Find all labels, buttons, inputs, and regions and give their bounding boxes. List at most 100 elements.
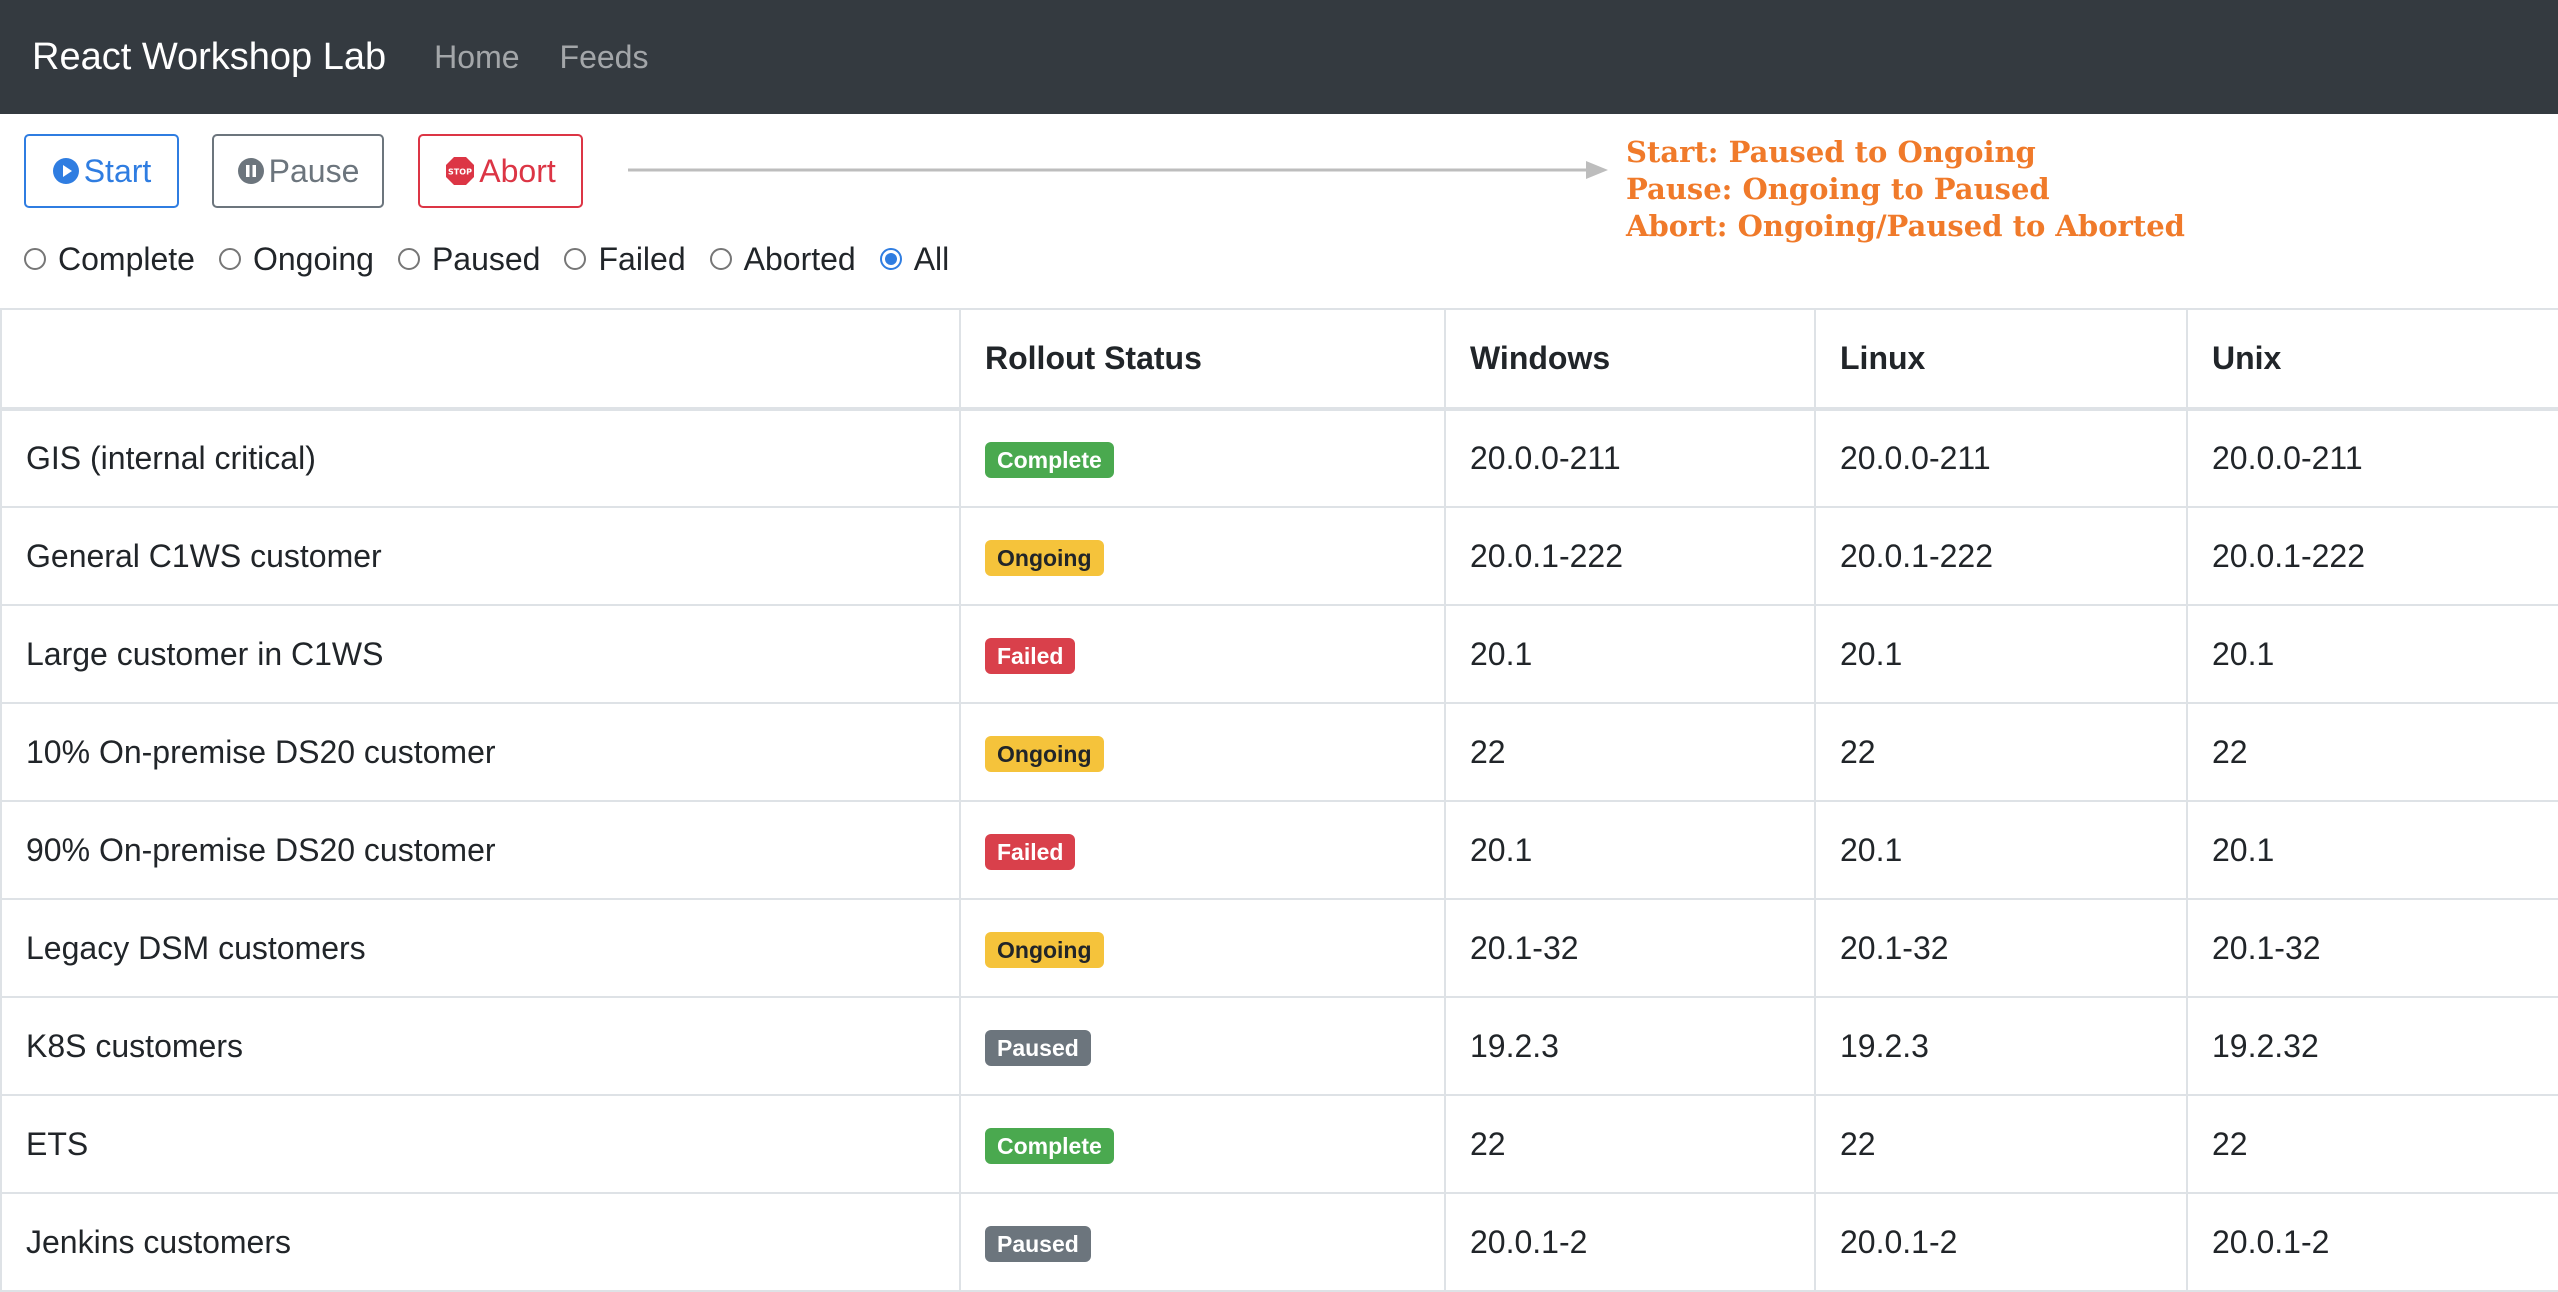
- pause-button[interactable]: Pause: [212, 134, 384, 208]
- table-row: ETS Complete 22 22 22: [0, 1094, 2558, 1194]
- cell-unix: 22: [2186, 702, 2558, 802]
- table-row: General C1WS customer Ongoing 20.0.1-222 20…: [0, 506, 2558, 606]
- status-filter-group: Complete Ongoing Paused Failed Aborted A…: [24, 240, 973, 278]
- stop-sign-text: STOP: [448, 168, 472, 177]
- cell-name: GIS (internal critical): [0, 408, 961, 508]
- cell-status: Ongoing: [959, 506, 1446, 606]
- table-row: GIS (internal critical) Complete 20.0.0-21…: [0, 408, 2558, 508]
- table-row: Large customer in C1WS Failed 20.1 20.1 20.1: [0, 604, 2558, 704]
- transition-notes: Start: Paused to Ongoing Pause: Ongoing …: [1626, 134, 2185, 245]
- start-button-label: Start: [83, 152, 152, 189]
- abort-button[interactable]: STOP Abort: [418, 134, 583, 208]
- table-row: 90% On-premise DS20 customer Failed 20.1 20…: [0, 800, 2558, 900]
- cell-linux: 22: [1814, 702, 2188, 802]
- status-badge: Failed: [985, 833, 1076, 870]
- cell-status: Ongoing: [959, 898, 1446, 998]
- cell-windows: 20.1: [1444, 800, 1816, 900]
- filter-complete[interactable]: Complete: [24, 241, 195, 278]
- cell-windows: 20.0.1-222: [1444, 506, 1816, 606]
- status-badge: Ongoing: [985, 931, 1104, 968]
- header-windows: Windows: [1444, 308, 1816, 411]
- table-row: Legacy DSM customers Ongoing 20.1-32 20.1-3…: [0, 898, 2558, 998]
- cell-status: Complete: [959, 408, 1446, 508]
- table-body: GIS (internal critical) Complete 20.0.0-21…: [0, 408, 2558, 1292]
- cell-windows: 19.2.3: [1444, 996, 1816, 1096]
- status-badge: Complete: [985, 1127, 1114, 1164]
- pause-button-label: Pause: [268, 152, 360, 189]
- cell-name: Large customer in C1WS: [0, 604, 961, 704]
- cell-windows: 20.0.0-211: [1444, 408, 1816, 508]
- cell-windows: 20.1: [1444, 604, 1816, 704]
- cell-name: General C1WS customer: [0, 506, 961, 606]
- filter-failed[interactable]: Failed: [564, 240, 686, 278]
- cell-status: Complete: [959, 1094, 1446, 1194]
- navbar: React Workshop Lab Home Feeds: [0, 0, 2558, 114]
- cell-status: Failed: [959, 604, 1446, 704]
- cell-windows: 22: [1444, 1094, 1816, 1194]
- cell-unix: 20.1: [2186, 800, 2558, 900]
- note-start: Start: Paused to Ongoing: [1626, 135, 2036, 169]
- note-pause: Pause: Ongoing to Paused: [1626, 172, 2050, 206]
- cell-unix: 22: [2186, 1094, 2558, 1194]
- note-abort: Abort: Ongoing/Paused to Aborted: [1626, 209, 2185, 243]
- table-header-row: Rollout Status Windows Linux Unix: [0, 308, 2558, 411]
- filter-all[interactable]: All: [879, 241, 949, 278]
- cell-name: 90% On-premise DS20 customer: [0, 800, 961, 900]
- cell-unix: 19.2.32: [2186, 996, 2558, 1096]
- nav-link-home[interactable]: Home: [434, 39, 519, 76]
- table-row: 10% On-premise DS20 customer Ongoing 22 22 2…: [0, 702, 2558, 802]
- abort-button-label: Abort: [479, 152, 556, 189]
- table-row: K8S customers Paused 19.2.3 19.2.3 19.2.32: [0, 996, 2558, 1096]
- cell-linux: 20.1-32: [1814, 898, 2188, 998]
- filter-aborted[interactable]: Aborted: [709, 240, 856, 278]
- cell-linux: 20.0.1-2: [1814, 1192, 2188, 1292]
- rollout-table: Rollout Status Windows Linux Unix GIS (i…: [0, 308, 2558, 1292]
- filter-paused[interactable]: Paused: [397, 241, 540, 278]
- radio-ongoing[interactable]: [218, 248, 241, 270]
- cell-unix: 20.0.1-222: [2186, 506, 2558, 606]
- radio-all[interactable]: [879, 248, 902, 270]
- cell-name: Jenkins customers: [0, 1192, 961, 1292]
- cell-linux: 19.2.3: [1814, 996, 2188, 1096]
- cell-status: Paused: [959, 1192, 1446, 1292]
- cell-unix: 20.1: [2186, 604, 2558, 704]
- radio-paused[interactable]: [397, 248, 420, 270]
- header-unix: Unix: [2186, 308, 2558, 411]
- header-rollout-status: Rollout Status: [959, 308, 1446, 411]
- radio-failed[interactable]: [564, 248, 587, 270]
- cell-windows: 20.1-32: [1444, 898, 1816, 998]
- play-circle-icon: [52, 157, 80, 185]
- filter-ongoing-label: Ongoing: [252, 240, 374, 277]
- cell-unix: 20.1-32: [2186, 898, 2558, 998]
- pause-circle-icon: [237, 157, 265, 185]
- filter-ongoing[interactable]: Ongoing: [218, 240, 374, 278]
- cell-status: Ongoing: [959, 702, 1446, 802]
- navbar-brand[interactable]: React Workshop Lab: [32, 36, 386, 79]
- filter-complete-label: Complete: [58, 240, 195, 277]
- filter-aborted-label: Aborted: [743, 240, 856, 277]
- cell-name: 10% On-premise DS20 customer: [0, 702, 961, 802]
- cell-linux: 20.1: [1814, 604, 2188, 704]
- cell-linux: 20.0.1-222: [1814, 506, 2188, 606]
- cell-name: Legacy DSM customers: [0, 898, 961, 998]
- start-button[interactable]: Start: [24, 134, 179, 208]
- status-badge: Failed: [985, 637, 1076, 674]
- cell-unix: 20.0.1-2: [2186, 1192, 2558, 1292]
- cell-linux: 20.1: [1814, 800, 2188, 900]
- radio-aborted[interactable]: [709, 248, 732, 270]
- cell-unix: 20.0.0-211: [2186, 408, 2558, 508]
- cell-name: K8S customers: [0, 996, 961, 1096]
- radio-complete[interactable]: [24, 248, 46, 270]
- status-badge: Paused: [985, 1225, 1091, 1262]
- cell-name: ETS: [0, 1094, 961, 1194]
- status-badge: Ongoing: [985, 539, 1104, 576]
- cell-linux: 22: [1814, 1094, 2188, 1194]
- cell-windows: 20.0.1-2: [1444, 1192, 1816, 1292]
- nav-link-feeds[interactable]: Feeds: [560, 39, 649, 76]
- status-badge: Paused: [985, 1029, 1091, 1066]
- header-linux: Linux: [1814, 308, 2188, 411]
- filter-failed-label: Failed: [598, 240, 686, 277]
- table-row: Jenkins customers Paused 20.0.1-2 20.0.1-2 2…: [0, 1192, 2558, 1292]
- status-badge: Ongoing: [985, 735, 1104, 772]
- arrow-right-icon: [628, 161, 1608, 179]
